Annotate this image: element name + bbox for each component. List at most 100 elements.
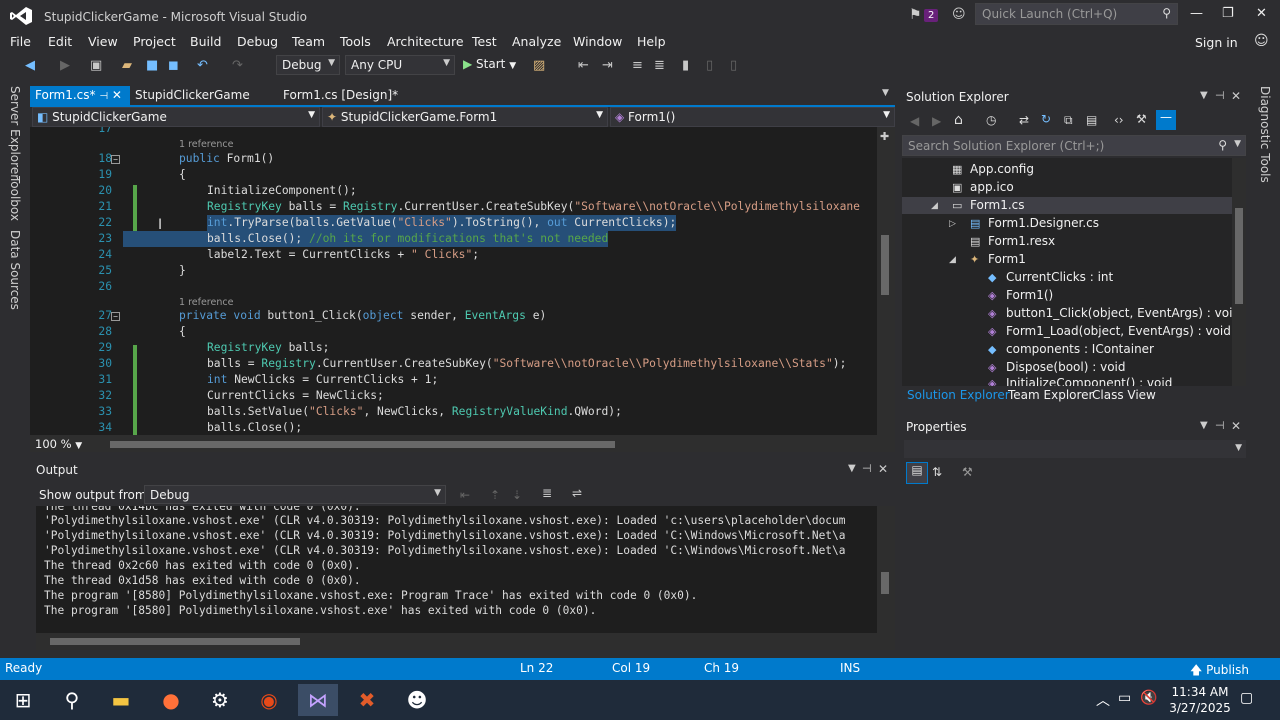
tree-item-form1-class[interactable]: ✦ Form1 bbox=[970, 252, 1026, 266]
menu-file[interactable]: File bbox=[10, 34, 31, 49]
panel-menu-icon[interactable]: ▼ bbox=[1200, 420, 1208, 431]
class-dropdown[interactable]: ✦ StupidClickerGame.Form1 ▼ bbox=[322, 107, 608, 127]
minimize-button[interactable]: — bbox=[1190, 6, 1203, 21]
firefox-icon[interactable]: ● bbox=[151, 684, 191, 716]
close-button[interactable]: ✕ bbox=[1256, 6, 1267, 21]
categorized-icon[interactable]: ▤ bbox=[906, 462, 928, 484]
back-icon[interactable]: ◀ bbox=[910, 114, 919, 128]
bookmark-icon[interactable]: ▮ bbox=[682, 58, 689, 73]
publish-button[interactable]: 🡅 Publish bbox=[1190, 661, 1249, 682]
new-project-icon[interactable]: ▣ bbox=[90, 58, 102, 73]
collapsed-arrow-icon[interactable]: ▷ bbox=[949, 219, 956, 229]
step-icon[interactable]: ⇤ bbox=[578, 58, 589, 73]
tree-item-member[interactable]: ◈ Form1() bbox=[988, 288, 1053, 302]
project-dropdown[interactable]: ◧ StupidClickerGame ▼ bbox=[32, 107, 320, 127]
tree-item-form1-resx[interactable]: ▤ Form1.resx bbox=[970, 234, 1055, 248]
tree-item-member[interactable]: ◈ button1_Click(object, EventArgs) : void bbox=[988, 306, 1240, 320]
diagnostic-tools-tab[interactable]: Diagnostic Tools bbox=[1258, 86, 1272, 183]
zoom-level[interactable]: 100 % ▼ bbox=[35, 437, 82, 451]
next-bookmark-icon[interactable]: ▯ bbox=[730, 58, 737, 73]
search-icon[interactable]: ⚲ bbox=[52, 684, 92, 716]
view-code-icon[interactable]: ‹› bbox=[1114, 113, 1124, 127]
member-dropdown[interactable]: ◈ Form1() ▼ bbox=[610, 107, 895, 127]
output-source-select[interactable]: Debug ▼ bbox=[144, 485, 446, 504]
output-vertical-scrollbar[interactable] bbox=[877, 506, 895, 633]
tab-overflow-icon[interactable]: ▼ bbox=[882, 88, 889, 98]
menu-help[interactable]: Help bbox=[637, 34, 666, 49]
redo-icon[interactable]: ↷ bbox=[232, 58, 243, 73]
property-pages-icon[interactable]: ⚒ bbox=[962, 465, 973, 479]
forward-icon[interactable]: ▶ bbox=[932, 114, 941, 128]
tab-solution-explorer[interactable]: Solution Explorer bbox=[907, 388, 1010, 402]
menu-build[interactable]: Build bbox=[190, 34, 221, 49]
next-message-icon[interactable]: ⇣ bbox=[512, 488, 522, 502]
panel-menu-icon[interactable]: ▼ bbox=[1200, 90, 1208, 101]
prev-message-icon[interactable]: ⇡ bbox=[490, 488, 500, 502]
alphabetical-icon[interactable]: ⇅ bbox=[932, 465, 942, 479]
tray-overflow-icon[interactable]: ︿ bbox=[1096, 690, 1110, 710]
network-icon[interactable]: ▭ bbox=[1118, 690, 1131, 706]
sync-icon[interactable]: ⇄ bbox=[1019, 113, 1029, 127]
account-icon[interactable]: ☺ bbox=[1254, 33, 1269, 49]
quick-launch-input[interactable]: Quick Launch (Ctrl+Q) ⚲ bbox=[975, 3, 1178, 25]
visual-studio-taskbar-icon[interactable]: ⋈ bbox=[298, 684, 338, 716]
tab-form1-design[interactable]: Form1.cs [Design]* bbox=[278, 86, 403, 106]
pin-icon[interactable]: ⊣ bbox=[99, 91, 108, 102]
tab-form1-cs[interactable]: Form1.cs* ⊣ ✕ bbox=[30, 86, 130, 106]
tree-item-member[interactable]: ◈ Form1_Load(object, EventArgs) : void bbox=[988, 324, 1231, 338]
tree-item-app-ico[interactable]: ▣ app.ico bbox=[952, 180, 1014, 194]
chrome-icon[interactable]: ◉ bbox=[249, 684, 289, 716]
tree-item-app-config[interactable]: ▦ App.config bbox=[952, 162, 1034, 176]
solution-config-select[interactable]: Debug ▼ bbox=[276, 55, 340, 75]
tree-item-form1-designer[interactable]: ▤ Form1.Designer.cs bbox=[970, 216, 1099, 230]
pin-icon[interactable]: ⊣ bbox=[1215, 419, 1225, 432]
pending-changes-icon[interactable]: ◷ bbox=[986, 113, 996, 127]
tree-item-member[interactable]: ◈ Dispose(bool) : void bbox=[988, 360, 1125, 374]
tree-item-member[interactable]: ◆ CurrentClicks : int bbox=[988, 270, 1113, 284]
close-icon[interactable]: ✕ bbox=[1231, 419, 1241, 433]
panel-menu-icon[interactable]: ▼ bbox=[848, 463, 856, 474]
home-icon[interactable]: ⌂ bbox=[954, 112, 963, 128]
collapse-all-icon[interactable]: ⧉ bbox=[1064, 113, 1073, 128]
tab-stupidclickergame[interactable]: StupidClickerGame bbox=[130, 86, 255, 106]
settings-gear-icon[interactable]: ⚙ bbox=[200, 684, 240, 716]
data-sources-tab[interactable]: Data Sources bbox=[8, 230, 22, 310]
preview-selected-icon[interactable]: — bbox=[1156, 110, 1176, 130]
menu-project[interactable]: Project bbox=[133, 34, 176, 49]
properties-wrench-icon[interactable]: ⚒ bbox=[1136, 112, 1147, 126]
collapse-icon[interactable]: − bbox=[111, 312, 120, 321]
code-editor[interactable]: 17 1 reference 18− public Form1() 19{ 20 I… bbox=[30, 127, 877, 435]
refresh-icon[interactable]: ↻ bbox=[1041, 112, 1051, 126]
menu-team[interactable]: Team bbox=[292, 34, 325, 49]
undo-icon[interactable]: ↶ bbox=[197, 58, 208, 73]
editor-vertical-scrollbar[interactable]: ✚ bbox=[877, 127, 895, 435]
output-text-area[interactable]: The thread 0x14bc has exited with code 0… bbox=[36, 506, 877, 633]
comment-icon[interactable]: ≡ bbox=[632, 58, 643, 73]
output-horizontal-scrollbar[interactable] bbox=[36, 633, 895, 650]
close-icon[interactable]: ✕ bbox=[1231, 89, 1241, 103]
expand-arrow-icon[interactable]: ◢ bbox=[931, 201, 938, 211]
volume-icon[interactable]: 🔇 bbox=[1140, 690, 1157, 706]
properties-object-select[interactable]: ▼ bbox=[904, 440, 1246, 458]
tree-item-member[interactable]: ◆ components : IContainer bbox=[988, 342, 1154, 356]
menu-window[interactable]: Window bbox=[573, 34, 622, 49]
tree-scrollbar[interactable] bbox=[1232, 158, 1246, 386]
pin-icon[interactable]: ⊣ bbox=[862, 462, 872, 475]
feedback-icon[interactable]: ☺ bbox=[952, 7, 966, 22]
format-icon[interactable]: ⇥ bbox=[602, 58, 613, 73]
notifications-flag-icon[interactable]: ⚑ bbox=[909, 7, 922, 23]
prev-bookmark-icon[interactable]: ▯ bbox=[706, 58, 713, 73]
toolbox-tab[interactable]: Toolbox bbox=[8, 176, 22, 221]
tab-class-view[interactable]: Class View bbox=[1092, 388, 1156, 402]
close-tab-icon[interactable]: ✕ bbox=[112, 88, 122, 102]
back-icon[interactable]: ◀ bbox=[25, 58, 35, 73]
tab-team-explorer[interactable]: Team Explorer bbox=[1008, 388, 1094, 402]
browse-icon[interactable]: ▨ bbox=[533, 58, 545, 73]
menu-tools[interactable]: Tools bbox=[340, 34, 371, 49]
menu-debug[interactable]: Debug bbox=[237, 34, 278, 49]
pin-icon[interactable]: ⊣ bbox=[1215, 89, 1225, 102]
close-icon[interactable]: ✕ bbox=[878, 462, 888, 476]
uncomment-icon[interactable]: ≣ bbox=[654, 58, 665, 73]
maximize-button[interactable]: ❐ bbox=[1222, 6, 1234, 21]
save-icon[interactable]: ■ bbox=[146, 58, 158, 73]
